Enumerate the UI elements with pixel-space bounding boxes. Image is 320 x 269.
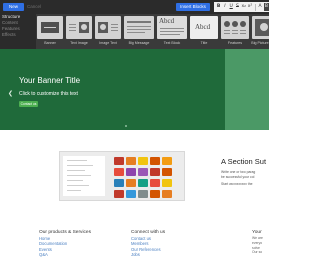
block-label: Title xyxy=(200,41,208,45)
banner-thumbnail xyxy=(37,16,63,39)
carousel-dot[interactable] xyxy=(125,125,127,127)
carousel-indicators xyxy=(125,125,127,127)
big-picture-thumbnail xyxy=(252,16,269,39)
banner-subtitle[interactable]: Click to customize this text xyxy=(19,91,78,97)
chevron-left-icon[interactable]: ❮ xyxy=(8,91,13,97)
bold-button[interactable]: B xyxy=(216,3,221,11)
editor-toolbar: New Cancel Insert Blocks B I U S x₂ x² A… xyxy=(0,0,269,49)
title-thumbnail: Abcd xyxy=(190,16,218,39)
banner-background xyxy=(0,49,225,130)
block-big-message[interactable]: Big Message xyxy=(123,14,155,49)
block-big-picture[interactable]: Big Picture xyxy=(251,14,269,49)
features-thumbnail xyxy=(221,16,249,39)
image-text-thumbnail xyxy=(95,16,121,39)
underline-button[interactable]: U xyxy=(229,3,234,11)
footer-column-about: Your We are everyo solve Our so xyxy=(252,229,263,255)
block-sample-text: Abcd xyxy=(195,23,211,31)
block-label: Features xyxy=(227,41,243,45)
banner-title[interactable]: Your Banner Title xyxy=(19,76,80,86)
big-message-thumbnail xyxy=(124,16,154,39)
block-label: Big Picture xyxy=(251,41,269,45)
toolbar-divider xyxy=(254,3,256,11)
banner-section[interactable]: ❮ Your Banner Title Click to customize t… xyxy=(0,49,269,130)
superscript-button[interactable]: x² xyxy=(247,3,252,11)
insert-blocks-button[interactable]: Insert Blocks xyxy=(176,3,210,11)
block-label: Text Image xyxy=(70,41,88,45)
contact-us-button[interactable]: Contact us xyxy=(19,101,38,107)
image-sidebar xyxy=(63,156,105,196)
footer-link-jobs[interactable]: Jobs xyxy=(131,252,165,257)
block-image-text[interactable]: Image Text xyxy=(94,14,122,49)
block-label: Image Text xyxy=(99,41,117,45)
footer-heading: Your xyxy=(252,230,262,235)
section-text-line[interactable]: Start wcxxxxxxxx the xyxy=(221,182,252,187)
footer-heading: Connect with us xyxy=(131,230,166,235)
block-text-block[interactable]: Abcd Text Block xyxy=(156,14,188,49)
block-label: Banner xyxy=(44,41,56,45)
format-toolbar: B I U S x₂ x² A B xyxy=(214,2,269,12)
section-title[interactable]: A Section Sut xyxy=(221,157,266,166)
subscript-button[interactable]: x₂ xyxy=(241,3,246,11)
footer-heading: Our products & Services xyxy=(39,230,91,235)
image-app-grid xyxy=(112,155,184,199)
blocks-panel: Banner Text Image Image Text Big Message… xyxy=(36,14,269,49)
block-sample-text: Abcd xyxy=(159,17,175,25)
block-banner[interactable]: Banner xyxy=(36,14,64,49)
text-image-thumbnail xyxy=(66,16,92,39)
block-label: Big Message xyxy=(128,41,150,45)
block-category-menu: Structure Content Features Effects xyxy=(2,14,32,38)
footer-link-qa[interactable]: Q&A xyxy=(39,252,91,257)
footer-text-line: everyo xyxy=(252,240,263,245)
block-title[interactable]: Abcd Title xyxy=(189,14,219,49)
new-button[interactable]: New xyxy=(3,3,24,11)
section-text[interactable]: Write one or two parag be successful you… xyxy=(221,170,281,179)
cancel-button[interactable]: Cancel xyxy=(27,3,49,11)
font-color-button[interactable]: A xyxy=(257,3,262,11)
section-text-line: be successful your col xyxy=(221,174,255,179)
strikethrough-button[interactable]: S xyxy=(235,3,240,11)
banner-next-slide-preview xyxy=(225,49,269,130)
block-label: Text Block xyxy=(163,41,181,45)
italic-button[interactable]: I xyxy=(222,3,227,11)
footer-column-connect: Connect with us Contact us Members Our R… xyxy=(131,229,165,257)
block-text-image[interactable]: Text Image xyxy=(65,14,93,49)
toolbar-top-row: New Cancel Insert Blocks B I U S x₂ x² A… xyxy=(0,0,269,13)
footer-column-products: Our products & Services Home Documentati… xyxy=(39,229,91,257)
footer-text-line: Our so xyxy=(252,250,263,255)
text-block-thumbnail: Abcd xyxy=(157,16,187,39)
block-features[interactable]: Features xyxy=(220,14,250,49)
background-color-button[interactable]: B xyxy=(263,3,269,11)
section-image[interactable] xyxy=(59,151,185,201)
menu-item-effects[interactable]: Effects xyxy=(2,32,32,38)
